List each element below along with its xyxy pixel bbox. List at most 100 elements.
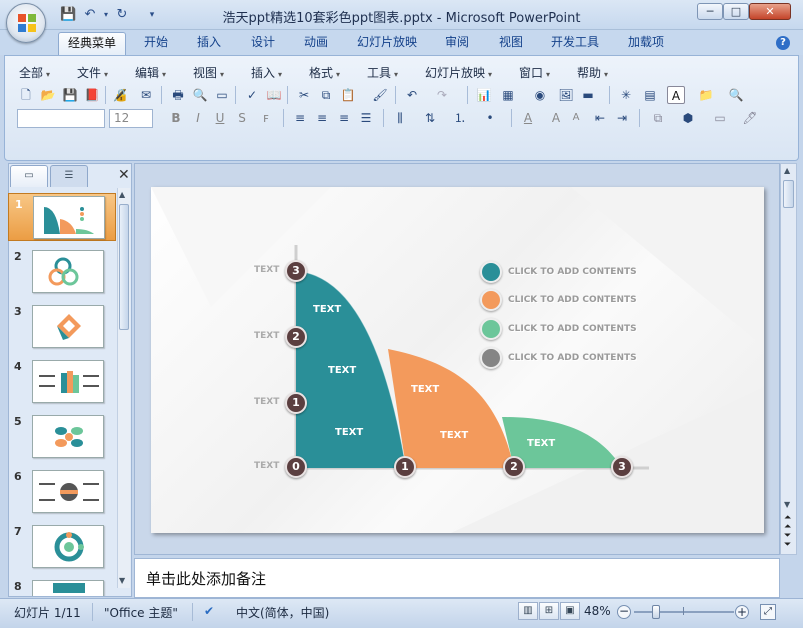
normal-view-icon[interactable]: ▥: [518, 602, 538, 620]
tab-addins[interactable]: 加载项: [619, 32, 673, 55]
zoom-out-icon[interactable]: −: [617, 605, 631, 619]
slide-view-icon[interactable]: ▭: [213, 86, 231, 104]
menu-all[interactable]: 全部 ▾: [19, 64, 50, 81]
research-icon[interactable]: 📖: [265, 86, 283, 104]
zoom-slider-thumb[interactable]: [652, 605, 660, 619]
close-pane-icon[interactable]: ✕: [118, 167, 130, 183]
align-left-icon[interactable]: ≡: [291, 109, 309, 127]
bold-button[interactable]: B: [167, 109, 185, 127]
grow-font-icon[interactable]: A: [547, 109, 565, 127]
open-folder-icon[interactable]: 📁: [697, 86, 715, 104]
slide-thumbnail[interactable]: 2: [8, 250, 116, 298]
insert-table-icon[interactable]: ▦: [499, 86, 517, 104]
slideshow-view-icon[interactable]: ▣: [560, 602, 580, 620]
quick-styles-icon[interactable]: ▭: [711, 109, 729, 127]
scroll-up-icon[interactable]: ▲: [119, 190, 125, 199]
textbox-icon[interactable]: A: [667, 86, 685, 104]
copy-icon[interactable]: ⧉: [317, 86, 335, 104]
slide-thumbnail[interactable]: 7: [8, 525, 116, 573]
tab-review[interactable]: 审阅: [436, 32, 478, 55]
format-painter-icon[interactable]: 🖌: [371, 86, 389, 104]
previous-slide-icon[interactable]: ⏶ ⏶: [784, 514, 791, 532]
justify-icon[interactable]: ☰: [357, 109, 375, 127]
save-icon[interactable]: 💾: [61, 86, 79, 104]
italic-button[interactable]: I: [189, 109, 207, 127]
tab-slides[interactable]: ▭: [10, 165, 48, 187]
legend-item[interactable]: CLICK TO ADD CONTENTS: [480, 261, 637, 283]
scroll-up-icon[interactable]: ▲: [784, 166, 790, 175]
tab-classic-menu[interactable]: 经典菜单: [58, 32, 127, 55]
menu-tools[interactable]: 工具 ▾: [367, 64, 398, 81]
arrange-icon[interactable]: ⧉: [649, 109, 667, 127]
shapes-icon[interactable]: ⬢: [679, 109, 697, 127]
language-indicator[interactable]: 中文(简体，中国): [236, 604, 329, 621]
pdf-icon[interactable]: 📕: [83, 86, 101, 104]
columns-icon[interactable]: ⫼: [391, 109, 409, 127]
character-spacing-icon[interactable]: ꜰ: [257, 109, 275, 127]
fit-to-window-icon[interactable]: ⤢: [760, 604, 776, 620]
zoom-slider-track[interactable]: [634, 611, 734, 613]
shape-fill-icon[interactable]: 🖊: [741, 109, 759, 127]
menu-edit[interactable]: 编辑 ▾: [135, 64, 166, 81]
align-center-icon[interactable]: ≡: [313, 109, 331, 127]
zoom-in-icon[interactable]: +: [735, 605, 749, 619]
scroll-down-icon[interactable]: ▼: [119, 576, 125, 585]
slides-scrollbar[interactable]: ▲ ▼: [117, 188, 130, 588]
slide-thumbnail[interactable]: 3: [8, 305, 116, 353]
shadow-button[interactable]: S: [233, 109, 251, 127]
new-slide-icon[interactable]: ✳: [617, 86, 635, 104]
tab-animation[interactable]: 动画: [295, 32, 337, 55]
tab-outline[interactable]: ☰: [50, 165, 88, 187]
legend-item[interactable]: CLICK TO ADD CONTENTS: [480, 347, 637, 369]
tab-insert[interactable]: 插入: [188, 32, 230, 55]
scroll-thumb[interactable]: [783, 180, 794, 208]
find-icon[interactable]: 🔍: [727, 86, 745, 104]
maximize-button[interactable]: □: [723, 3, 749, 20]
menu-help[interactable]: 帮助 ▾: [577, 64, 608, 81]
print-preview-icon[interactable]: 🔍: [191, 86, 209, 104]
menu-file[interactable]: 文件 ▾: [77, 64, 108, 81]
redo-icon[interactable]: ↷: [433, 86, 451, 104]
minimize-button[interactable]: ─: [697, 3, 723, 20]
notes-pane[interactable]: 单击此处添加备注: [134, 558, 780, 598]
insert-picture-icon[interactable]: 🖼: [557, 86, 575, 104]
tab-slideshow[interactable]: 幻灯片放映: [348, 32, 426, 55]
undo-icon[interactable]: ↶: [403, 86, 421, 104]
bullets-icon[interactable]: •: [481, 109, 499, 127]
slide-thumbnail[interactable]: 5: [8, 415, 116, 463]
print-icon[interactable]: 🖶: [169, 86, 187, 104]
menu-window[interactable]: 窗口 ▾: [519, 64, 550, 81]
vertical-scrollbar[interactable]: ▲ ▼ ⏶ ⏶ ⏷ ⏷: [780, 163, 797, 555]
zoom-level[interactable]: 48%: [584, 604, 611, 618]
scroll-down-icon[interactable]: ▼: [784, 500, 790, 509]
slide-thumbnail[interactable]: 1: [8, 193, 116, 241]
tab-home[interactable]: 开始: [135, 32, 177, 55]
scroll-thumb[interactable]: [119, 204, 129, 330]
tab-view[interactable]: 视图: [490, 32, 532, 55]
slide-thumbnail[interactable]: 8: [8, 580, 116, 596]
new-icon[interactable]: 🗋: [17, 86, 35, 104]
office-button[interactable]: [6, 3, 46, 43]
spelling-icon[interactable]: ✓: [243, 86, 261, 104]
menu-view[interactable]: 视图 ▾: [193, 64, 224, 81]
open-icon[interactable]: 📂: [39, 86, 57, 104]
menu-format[interactable]: 格式 ▾: [309, 64, 340, 81]
cut-icon[interactable]: ✂: [295, 86, 313, 104]
decrease-indent-icon[interactable]: ⇤: [591, 109, 609, 127]
color-grayscale-icon[interactable]: ▬: [579, 86, 597, 104]
close-button[interactable]: ✕: [749, 3, 791, 20]
help-icon[interactable]: ?: [776, 36, 790, 50]
increase-indent-icon[interactable]: ⇥: [613, 109, 631, 127]
text-direction-icon[interactable]: ⇅: [421, 109, 439, 127]
slide-thumbnail[interactable]: 6: [8, 470, 116, 518]
legend-item[interactable]: CLICK TO ADD CONTENTS: [480, 318, 637, 340]
insert-chart-icon[interactable]: 📊: [475, 86, 493, 104]
align-right-icon[interactable]: ≡: [335, 109, 353, 127]
font-color-button[interactable]: A: [519, 109, 537, 127]
insert-clipart-icon[interactable]: ◉: [531, 86, 549, 104]
font-name-select[interactable]: [17, 109, 105, 128]
slide-thumbnail[interactable]: 4: [8, 360, 116, 408]
numbering-icon[interactable]: ⒈: [451, 109, 469, 127]
tab-design[interactable]: 设计: [242, 32, 284, 55]
underline-button[interactable]: U: [211, 109, 229, 127]
